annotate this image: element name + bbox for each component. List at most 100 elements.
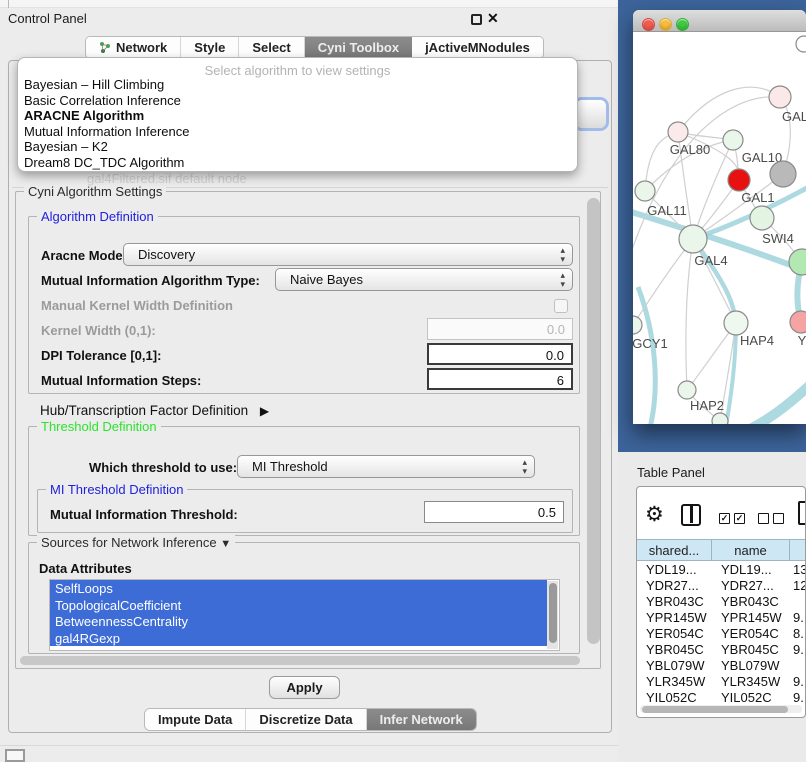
unchecked-box-icon[interactable] [758, 513, 769, 524]
settings-horizontal-scrollbar[interactable] [20, 656, 580, 665]
table-row[interactable]: YER054CYER054C8. [637, 625, 806, 641]
table-cell: 8. [790, 625, 806, 641]
column-header[interactable]: shared... [637, 539, 712, 561]
float-window-icon[interactable] [471, 14, 482, 25]
settings-vertical-scrollbar[interactable] [587, 198, 600, 644]
attributes-scrollbar[interactable] [547, 581, 558, 649]
minimize-traffic-icon[interactable] [659, 18, 672, 31]
attribute-item-selected[interactable]: BetweennessCentrality [50, 613, 547, 630]
divider [0, 745, 618, 746]
column-header[interactable]: name [712, 539, 790, 561]
aracne-mode-select[interactable]: Discovery ▴▾ [123, 243, 573, 266]
network-node[interactable] [770, 161, 796, 187]
dropdown-header: Select algorithm to view settings [18, 63, 577, 78]
node-label: HAP4 [740, 333, 774, 348]
tab-discretize-data[interactable]: Discretize Data [246, 709, 366, 730]
table-cell: 9. [790, 689, 806, 702]
close-icon[interactable]: ✕ [487, 10, 499, 27]
kernel-width-label: Kernel Width (0,1): [41, 323, 156, 338]
network-node[interactable] [789, 249, 806, 275]
network-node[interactable] [712, 413, 728, 424]
which-threshold-label: Which threshold to use: [89, 460, 237, 475]
network-node-swi4[interactable] [750, 206, 774, 230]
mi-type-label: Mutual Information Algorithm Type: [41, 273, 260, 288]
split-columns-icon[interactable] [681, 504, 701, 526]
document-icon[interactable] [798, 501, 806, 525]
attribute-item-selected[interactable]: TopologicalCoefficient [50, 597, 547, 614]
dropdown-item[interactable]: Dream8 DC_TDC Algorithm [24, 155, 571, 171]
tab-style[interactable]: Style [181, 37, 239, 58]
node-label: HAP2 [690, 398, 724, 413]
network-window-titlebar[interactable] [633, 10, 806, 32]
dropdown-item[interactable]: Mutual Information Inference [24, 124, 571, 140]
tab-jactivemnodules[interactable]: jActiveMNodules [412, 37, 543, 58]
network-view-window[interactable]: GALGAL80GAL10GAL1GAL11SWI4GAL4GCY1HAP4YH… [633, 10, 806, 424]
table-row[interactable]: YIL052CYIL052C9. [637, 689, 806, 702]
network-node[interactable] [796, 36, 806, 52]
network-node-gal[interactable] [769, 86, 791, 108]
dpi-tolerance-field[interactable]: 0.0 [427, 343, 573, 365]
algorithm-dropdown: Select algorithm to view settings Bayesi… [17, 57, 578, 172]
table-row[interactable]: YDL19...YDL19...13 [637, 561, 806, 577]
table-horizontal-scrollbar[interactable] [640, 705, 802, 713]
table-rows[interactable]: YDL19...YDL19...13YDR27...YDR27...12YBR0… [637, 561, 806, 702]
dropdown-item[interactable]: Bayesian – Hill Climbing [24, 77, 571, 93]
table-row[interactable]: YDR27...YDR27...12 [637, 577, 806, 593]
data-attributes-list[interactable]: SelfLoopsTopologicalCoefficientBetweenne… [49, 579, 560, 651]
dropdown-item[interactable]: ARACNE Algorithm [24, 108, 571, 124]
table-row[interactable]: YBR045CYBR045C9. [637, 641, 806, 657]
tab-infer-network[interactable]: Infer Network [367, 709, 476, 730]
hidden-combo-fragment[interactable] [576, 100, 606, 128]
network-node-gcy1[interactable] [633, 316, 642, 334]
mi-steps-field[interactable]: 6 [427, 368, 573, 390]
table-cell [790, 657, 806, 673]
zoom-traffic-icon[interactable] [676, 18, 689, 31]
dpi-tolerance-label: DPI Tolerance [0,1]: [41, 348, 161, 363]
table-row[interactable]: YBL079WYBL079W [637, 657, 806, 673]
hub-factor-expander[interactable]: Hub/Transcription Factor Definition ▶ [40, 403, 269, 418]
dropdown-item[interactable]: Basic Correlation Inference [24, 93, 571, 109]
table-row[interactable]: YPR145WYPR145W9. [637, 609, 806, 625]
table-cell: YBR043C [637, 593, 712, 609]
table-cell: 9. [790, 673, 806, 689]
mi-type-select[interactable]: Naive Bayes ▴▾ [275, 268, 573, 291]
kernel-width-field[interactable]: 0.0 [427, 318, 573, 340]
checked-box-icon[interactable]: ✓ [734, 513, 745, 524]
attribute-item-selected[interactable]: SelfLoops [50, 580, 547, 597]
table-header-row[interactable]: shared...nameA [637, 539, 806, 561]
network-node-gal11[interactable] [635, 181, 655, 201]
network-node-gal4[interactable] [679, 225, 707, 253]
network-node-gal1[interactable] [728, 169, 750, 191]
minimized-panel-icon[interactable] [5, 749, 25, 762]
sources-group-title[interactable]: Sources for Network Inference ▼ [37, 535, 235, 550]
table-row[interactable]: YBR043CYBR043C [637, 593, 806, 609]
tab-cyni-toolbox[interactable]: Cyni Toolbox [305, 37, 412, 58]
network-node-hap2[interactable] [678, 381, 696, 399]
node-label: GAL1 [741, 190, 774, 205]
attribute-item-selected[interactable]: gal4RGexp [50, 630, 547, 647]
tab-select[interactable]: Select [239, 37, 304, 58]
network-node-hap4[interactable] [724, 311, 748, 335]
table-cell: YDR27... [637, 577, 712, 593]
which-threshold-select[interactable]: MI Threshold ▴▾ [237, 455, 535, 478]
close-traffic-icon[interactable] [642, 18, 655, 31]
tab-impute-data[interactable]: Impute Data [145, 709, 246, 730]
apply-button[interactable]: Apply [269, 676, 340, 699]
tab-network[interactable]: Network [86, 37, 181, 58]
network-node-gal10[interactable] [723, 130, 743, 150]
network-node-gal80[interactable] [668, 122, 688, 142]
manual-kernel-checkbox[interactable] [554, 299, 568, 313]
mi-threshold-field[interactable]: 0.5 [424, 501, 564, 523]
gear-icon[interactable]: ⚙ [645, 502, 664, 527]
network-edge [725, 323, 736, 424]
unchecked-box-icon[interactable] [773, 513, 784, 524]
column-header[interactable]: A [790, 539, 806, 561]
dropdown-item[interactable]: Bayesian – K2 [24, 139, 571, 155]
network-node-y[interactable] [790, 311, 806, 333]
table-cell: YLR345W [637, 673, 712, 689]
node-label: Y [798, 333, 806, 348]
table-panel-title: Table Panel [637, 465, 705, 480]
checked-box-icon[interactable]: ✓ [719, 513, 730, 524]
network-canvas[interactable]: GALGAL80GAL10GAL1GAL11SWI4GAL4GCY1HAP4YH… [633, 32, 806, 424]
table-row[interactable]: YLR345WYLR345W9. [637, 673, 806, 689]
